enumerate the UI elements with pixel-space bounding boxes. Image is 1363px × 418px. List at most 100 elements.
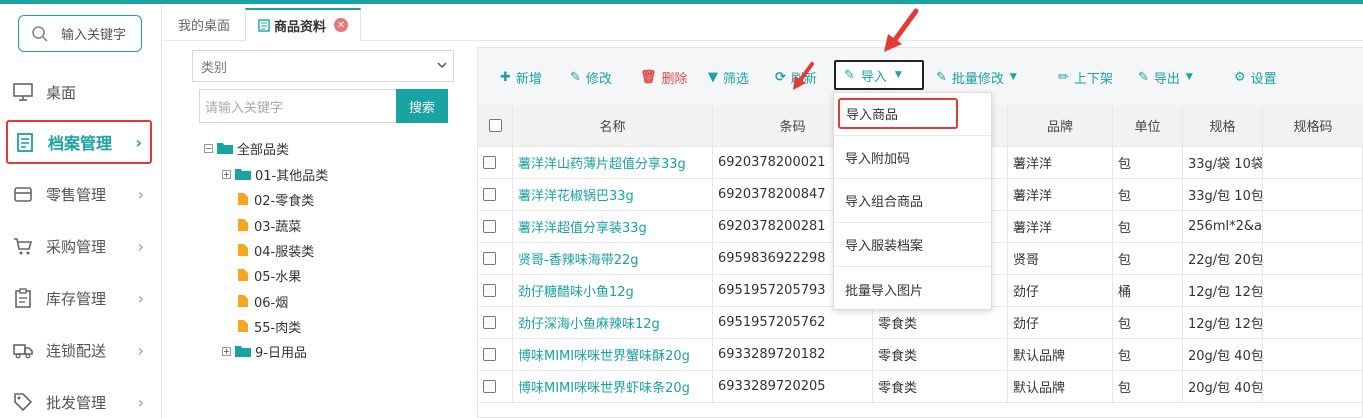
menu-item-import-combo-products[interactable]: 导入组合商品 [834,179,991,223]
column-header[interactable]: 规格 [1183,105,1263,146]
tree-node-root[interactable]: − 全部品类 [204,138,289,158]
row-checkbox-cell [478,371,513,402]
edit-icon: ✎ [844,67,855,83]
settings-button[interactable]: ⚙ 设置 [1234,67,1277,87]
close-icon[interactable]: ✕ [334,18,349,32]
category-search-input[interactable]: 请输入关键字 [199,89,397,123]
row-checkbox-cell [478,243,513,274]
row-checkbox[interactable] [483,188,496,201]
row-checkbox[interactable] [483,316,496,329]
cell-spec: 256ml*2&ar [1183,211,1263,242]
row-checkbox[interactable] [483,348,496,361]
refresh-button[interactable]: ⟳ 刷新 [775,67,817,87]
cell-spec-code [1263,275,1363,306]
tree-node-folder[interactable]: + 9-日用品 [222,341,307,361]
row-checkbox[interactable] [483,380,496,393]
row-checkbox[interactable] [483,156,496,169]
shelf-label: 上下架 [1073,71,1113,87]
tree-node-label: 03-蔬菜 [254,219,302,235]
sidebar-item-retail[interactable]: 零售管理 › [6,172,152,216]
sidebar-item-wholesale[interactable]: 批发管理 › [6,380,152,418]
cell-brand: 劲仔 [1008,307,1113,338]
cell-name[interactable]: 劲仔糖醋味小鱼12g [513,275,713,306]
row-checkbox-cell [478,179,513,210]
menu-item-import-extra-codes[interactable]: 导入附加码 [834,135,991,179]
chevron-right-icon: › [137,236,144,256]
cell-spec: 22g/包 20包 [1183,243,1263,274]
tree-node-leaf[interactable]: 06-烟 [238,291,288,311]
archive-icon [17,133,33,152]
cell-spec: 20g/包 40包 [1183,339,1263,370]
cell-name[interactable]: 博味MIMI咪咪世界虾味条20g [513,371,713,402]
select-all-checkbox[interactable] [488,119,502,132]
add-button[interactable]: ✚ 新增 [500,67,542,87]
tree-node-label: 9-日用品 [255,345,307,361]
row-checkbox[interactable] [483,252,496,265]
tree-node-leaf[interactable]: 03-蔬菜 [238,215,301,235]
tree-node-leaf[interactable]: 02-零食类 [238,189,314,209]
category-select[interactable]: 类别 [192,50,454,82]
cell-name[interactable]: 博味MIMI咪咪世界蟹味酥20g [513,339,713,370]
chevron-right-icon: › [137,184,144,204]
category-search-button[interactable]: 搜索 [396,89,448,123]
refresh-icon: ⟳ [775,69,786,85]
tree-node-label: 全部品类 [237,142,290,158]
sidebar-item-archive[interactable]: 档案管理 › [6,120,152,164]
tree-node-leaf[interactable]: 04-服装类 [238,240,314,260]
table-row[interactable]: 劲仔深海小鱼麻辣味12g 6951957205762 零食类 劲仔包 12g/包 12包 [478,307,1363,339]
tab-my-desktop[interactable]: 我的桌面 [178,8,230,41]
sidebar-item-label: 库存管理 [46,289,107,308]
edit-icon: ✎ [936,69,947,85]
caret-down-icon: ▼ [894,70,902,80]
cell-name[interactable]: 薯洋洋花椒锅巴33g [513,179,713,210]
collapse-icon[interactable]: − [204,143,213,153]
sidebar-item-chain-delivery[interactable]: 连锁配送 › [6,328,152,372]
export-button[interactable]: ✎ 导出 ▼ [1138,67,1193,87]
menu-item-batch-import-images[interactable]: 批量导入图片 [834,267,991,311]
cell-unit: 包 [1113,371,1183,402]
cell-name[interactable]: 贤哥-香辣味海带22g [513,243,713,274]
cell-name[interactable]: 薯洋洋超值分享装33g [513,211,713,242]
column-header[interactable]: 品牌 [1008,105,1113,146]
column-header[interactable]: 单位 [1113,105,1183,146]
row-checkbox[interactable] [483,284,496,297]
delete-label: 删除 [661,71,688,87]
edit-button[interactable]: ✎ 修改 [570,67,612,87]
expand-icon[interactable]: + [222,169,231,179]
tree-node-folder[interactable]: + 01-其他品类 [222,164,328,184]
category-search-placeholder: 请输入关键字 [205,100,284,116]
cell-brand: 薯洋洋 [1008,179,1113,210]
cell-name[interactable]: 劲仔深海小鱼麻辣味12g [513,307,713,338]
row-checkbox-cell [478,275,513,306]
menu-item-import-products[interactable]: 导入商品 [838,98,958,129]
tab-bar: 我的桌面 商品资料 ✕ [163,4,1363,42]
sidebar-item-purchase[interactable]: 采购管理 › [6,224,152,268]
expand-icon[interactable]: + [222,346,231,356]
tree-node-leaf[interactable]: 05-水果 [238,265,301,285]
sidebar-item-label: 批发管理 [46,393,107,412]
folder-icon [235,346,251,357]
tree-node-leaf[interactable]: 55-肉类 [238,316,301,336]
import-button[interactable]: ✎ 导入 ▼ [834,60,924,90]
cell-spec-code [1263,179,1363,210]
row-checkbox[interactable] [483,220,496,233]
shelf-button[interactable]: ✏ 上下架 [1058,67,1113,87]
table-row[interactable]: 博味MIMI咪咪世界虾味条20g 6933289720205 零食类 默认品牌包 20g… [478,371,1363,403]
row-checkbox-cell [478,147,513,178]
tree-node-label: 05-水果 [254,269,302,285]
sidebar-search[interactable]: 输入关键字 [18,15,142,52]
filter-button[interactable]: ▼ 筛选 [708,67,749,87]
table-row[interactable]: 博味MIMI咪咪世界蟹味酥20g 6933289720182 零食类 默认品牌包 20g… [478,339,1363,371]
column-header[interactable]: 规格码 [1263,105,1363,146]
sidebar-item-desktop[interactable]: 桌面 [6,70,152,114]
batch-edit-button[interactable]: ✎ 批量修改 ▼ [936,67,1017,87]
cell-name[interactable]: 薯洋洋山药薄片超值分享33g [513,147,713,178]
batch-edit-label: 批量修改 [951,71,1004,87]
tab-product-info[interactable]: 商品资料 ✕ [245,8,362,42]
menu-item-import-apparel[interactable]: 导入服装档案 [834,223,991,267]
cart-icon [14,238,33,255]
sidebar-item-inventory[interactable]: 库存管理 › [6,276,152,320]
delete-button[interactable]: 🗑 删除 [640,67,688,87]
sidebar-item-label: 桌面 [46,83,77,102]
column-header[interactable]: 名称 [513,105,713,146]
